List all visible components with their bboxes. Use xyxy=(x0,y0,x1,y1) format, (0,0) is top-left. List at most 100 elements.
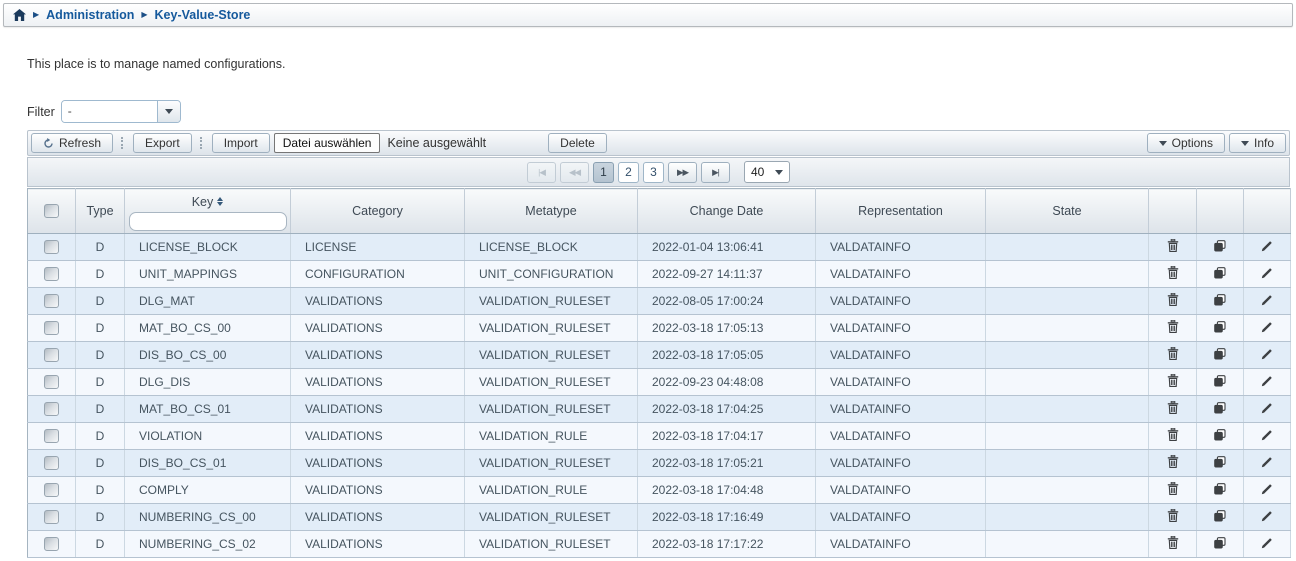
row-select-cell xyxy=(28,342,76,369)
trash-icon[interactable] xyxy=(1167,347,1179,360)
pencil-icon[interactable] xyxy=(1261,429,1273,441)
copy-icon[interactable] xyxy=(1214,294,1226,306)
cell-representation: VALDATAINFO xyxy=(816,396,986,423)
action-delete-cell xyxy=(1149,342,1197,369)
trash-icon[interactable] xyxy=(1167,482,1179,495)
copy-icon[interactable] xyxy=(1214,240,1226,252)
key-filter-input[interactable] xyxy=(129,212,287,231)
copy-icon[interactable] xyxy=(1214,483,1226,495)
row-checkbox[interactable] xyxy=(44,429,59,443)
delete-button[interactable]: Delete xyxy=(548,133,607,153)
table-row: D DIS_BO_CS_01 VALIDATIONS VALIDATION_RU… xyxy=(28,450,1291,477)
table-row: D COMPLY VALIDATIONS VALIDATION_RULE 202… xyxy=(28,477,1291,504)
header-change-date: Change Date xyxy=(638,189,816,234)
trash-icon[interactable] xyxy=(1167,320,1179,333)
row-checkbox[interactable] xyxy=(44,294,59,308)
row-checkbox[interactable] xyxy=(44,537,59,551)
cell-representation: VALDATAINFO xyxy=(816,504,986,531)
chevron-down-icon xyxy=(1241,141,1249,146)
last-page-button[interactable]: ▶| xyxy=(701,162,730,183)
copy-icon[interactable] xyxy=(1214,402,1226,414)
pencil-icon[interactable] xyxy=(1261,348,1273,360)
table-row: D DLG_DIS VALIDATIONS VALIDATION_RULESET… xyxy=(28,369,1291,396)
filter-select[interactable]: - xyxy=(61,100,181,123)
pencil-icon[interactable] xyxy=(1261,537,1273,549)
pencil-icon[interactable] xyxy=(1261,402,1273,414)
pencil-icon[interactable] xyxy=(1261,375,1273,387)
row-checkbox[interactable] xyxy=(44,375,59,389)
sort-icon[interactable] xyxy=(217,197,223,206)
trash-icon[interactable] xyxy=(1167,374,1179,387)
cell-representation: VALDATAINFO xyxy=(816,234,986,261)
row-checkbox[interactable] xyxy=(44,321,59,335)
row-checkbox[interactable] xyxy=(44,510,59,524)
pencil-icon[interactable] xyxy=(1261,510,1273,522)
row-checkbox[interactable] xyxy=(44,240,59,254)
cell-state xyxy=(986,261,1149,288)
action-copy-cell xyxy=(1197,477,1244,504)
export-button[interactable]: Export xyxy=(133,133,192,153)
info-button[interactable]: Info xyxy=(1229,133,1286,153)
cell-metatype: VALIDATION_RULESET xyxy=(465,396,638,423)
trash-icon[interactable] xyxy=(1167,536,1179,549)
row-checkbox[interactable] xyxy=(44,267,59,281)
copy-icon[interactable] xyxy=(1214,429,1226,441)
action-edit-cell xyxy=(1244,369,1291,396)
home-icon[interactable] xyxy=(13,9,26,21)
header-key-label[interactable]: Key xyxy=(192,195,214,209)
next-page-button[interactable]: ▶▶ xyxy=(668,162,697,183)
previous-page-button[interactable]: ◀◀ xyxy=(560,162,589,183)
trash-icon[interactable] xyxy=(1167,428,1179,441)
pencil-icon[interactable] xyxy=(1261,456,1273,468)
filter-dropdown-button[interactable] xyxy=(157,101,180,122)
toolbar-separator xyxy=(200,137,204,149)
select-all-checkbox[interactable] xyxy=(44,204,59,218)
copy-icon[interactable] xyxy=(1214,537,1226,549)
first-page-button[interactable]: |◀ xyxy=(527,162,556,183)
select-all-header xyxy=(28,189,76,234)
import-button[interactable]: Import xyxy=(212,133,270,153)
copy-icon[interactable] xyxy=(1214,510,1226,522)
pencil-icon[interactable] xyxy=(1261,294,1273,306)
action-copy-cell xyxy=(1197,369,1244,396)
page-size-select[interactable]: 40 xyxy=(744,161,790,183)
pencil-icon[interactable] xyxy=(1261,483,1273,495)
row-checkbox[interactable] xyxy=(44,348,59,362)
trash-icon[interactable] xyxy=(1167,401,1179,414)
trash-icon[interactable] xyxy=(1167,239,1179,252)
pencil-icon[interactable] xyxy=(1261,321,1273,333)
page-button-3[interactable]: 3 xyxy=(643,162,664,183)
page-size-value: 40 xyxy=(751,165,764,179)
pencil-icon[interactable] xyxy=(1261,267,1273,279)
page-button-1[interactable]: 1 xyxy=(593,162,614,183)
row-checkbox[interactable] xyxy=(44,402,59,416)
file-status-text: Keine ausgewählt xyxy=(387,136,486,150)
copy-icon[interactable] xyxy=(1214,456,1226,468)
refresh-button-label: Refresh xyxy=(59,136,101,150)
trash-icon[interactable] xyxy=(1167,509,1179,522)
pencil-icon[interactable] xyxy=(1261,240,1273,252)
chevron-down-icon xyxy=(775,170,783,175)
options-button[interactable]: Options xyxy=(1147,133,1225,153)
cell-type: D xyxy=(76,396,125,423)
row-checkbox[interactable] xyxy=(44,456,59,470)
cell-metatype: LICENSE_BLOCK xyxy=(465,234,638,261)
page-button-2[interactable]: 2 xyxy=(618,162,639,183)
breadcrumb-item-key-value-store[interactable]: Key-Value-Store xyxy=(155,8,251,22)
cell-type: D xyxy=(76,450,125,477)
cell-category: VALIDATIONS xyxy=(291,423,465,450)
copy-icon[interactable] xyxy=(1214,267,1226,279)
copy-icon[interactable] xyxy=(1214,321,1226,333)
cell-state xyxy=(986,369,1149,396)
file-choose-button[interactable]: Datei auswählen xyxy=(274,133,381,153)
row-select-cell xyxy=(28,450,76,477)
trash-icon[interactable] xyxy=(1167,293,1179,306)
copy-icon[interactable] xyxy=(1214,375,1226,387)
row-checkbox[interactable] xyxy=(44,483,59,497)
breadcrumb-item-administration[interactable]: Administration xyxy=(46,8,134,22)
copy-icon[interactable] xyxy=(1214,348,1226,360)
trash-icon[interactable] xyxy=(1167,455,1179,468)
cell-change-date: 2022-03-18 17:04:48 xyxy=(638,477,816,504)
trash-icon[interactable] xyxy=(1167,266,1179,279)
refresh-button[interactable]: Refresh xyxy=(31,133,113,153)
